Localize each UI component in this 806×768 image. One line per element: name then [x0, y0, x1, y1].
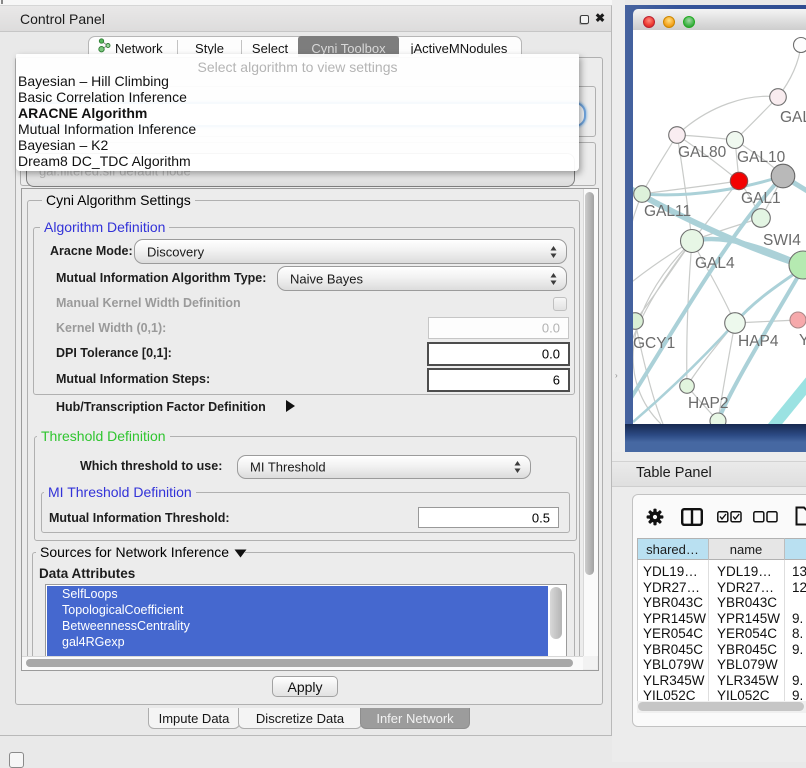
svg-text:GAL8: GAL8: [780, 109, 806, 126]
svg-text:GAL11: GAL11: [644, 203, 691, 220]
svg-text:GAL4: GAL4: [695, 255, 735, 272]
svg-text:Y: Y: [799, 332, 806, 349]
svg-text:HAP2: HAP2: [688, 395, 729, 412]
svg-text:GAL80: GAL80: [678, 144, 727, 161]
svg-text:GCY1: GCY1: [633, 335, 675, 352]
svg-text:GAL10: GAL10: [737, 149, 786, 166]
svg-text:GAL1: GAL1: [741, 190, 781, 207]
svg-text:HAP4: HAP4: [738, 333, 779, 350]
svg-text:SWI4: SWI4: [763, 232, 801, 249]
